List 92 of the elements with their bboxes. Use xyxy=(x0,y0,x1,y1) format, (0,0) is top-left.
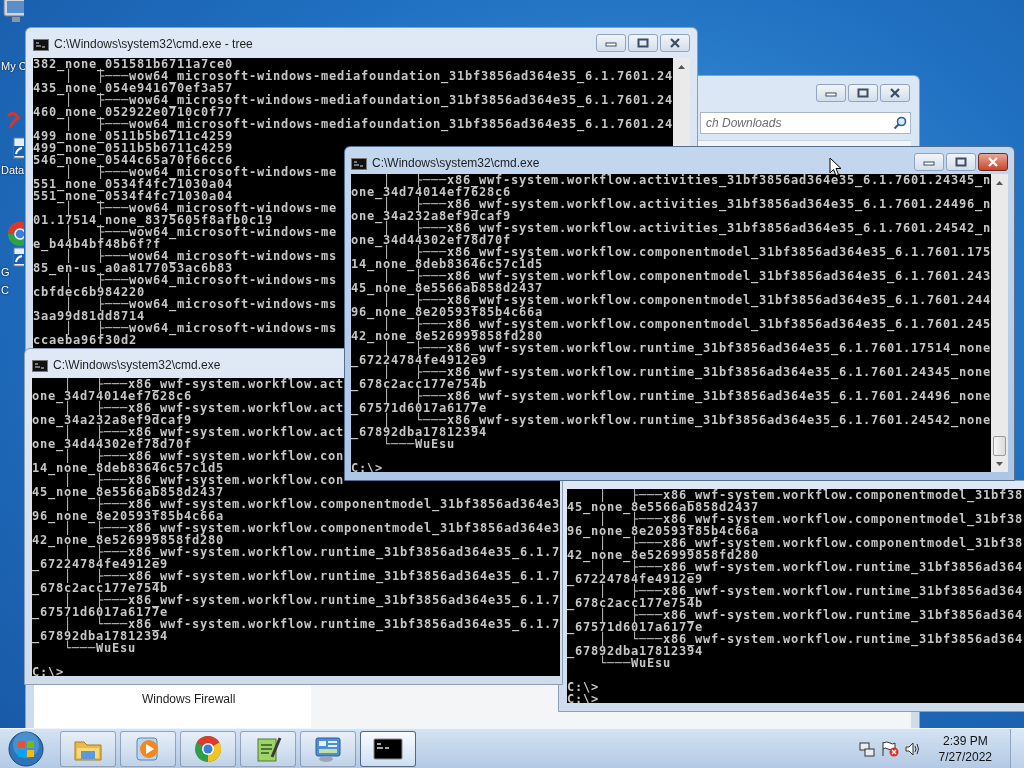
console-line: │ ├───wow64_microsoft-windows-ms xyxy=(65,322,337,334)
console-line: │ ├───wow64_microsoft-windows-mediafoundation_31bf3856ad364e35_6.1.7601.24 xyxy=(65,118,673,130)
console-line: │ ├───x86_wwf-system.workflow.runtime_31bf3856ad364e35_6.1.7601.17514_none xyxy=(383,342,991,354)
console-line: │ ├───x86_wwf-system.workflow.componentmodel_31bf3856ad364e35_6.1.7601.244 xyxy=(383,294,991,306)
desktop-icon-label[interactable]: G xyxy=(1,266,10,279)
window-title: C:\Windows\system32\cmd.exe - tree xyxy=(54,37,253,52)
console-line: _678c2acc177e754b xyxy=(567,597,703,609)
console-line: │ └───x86_wwf-system.workflow.runtime_31bf3856ad364 xyxy=(599,633,1023,645)
console-line: │ ├───wow64_microsoft-windows-ms xyxy=(65,250,337,262)
console-line: _67224784fe4912e9 xyxy=(32,558,168,570)
console-line: 3aa99d81dd8714 xyxy=(33,310,145,322)
console-line: 45_none_8e5566ab858d2437 xyxy=(32,486,224,498)
console-line: │ ├───wow64_microsoft-windows-me xyxy=(65,202,337,214)
console-line: │ ├───x86_wwf-system.workflow.runtime_31bf3856ad364e35_6.1.7601.24345_none xyxy=(383,366,991,378)
console-line: 42_none_8e526999858fd280 xyxy=(351,330,543,342)
console-line: cbfdec6b984220 xyxy=(33,286,145,298)
console-line: 551_none_0534f4fc71030a04 xyxy=(33,178,233,190)
console-line: │ ├───x86_wwf-system.workflow.act xyxy=(64,402,344,414)
console-line: one_34d74014ef7628c6 xyxy=(32,390,192,402)
console-line: 42_none_8e526999858fd280 xyxy=(32,534,224,546)
console-line: │ └───x86_wwf-system.workflow.runtime_31bf3856ad364e35_6.1.7 xyxy=(64,618,560,630)
console-line: │ ├───wow64_microsoft-windows-ms xyxy=(65,298,337,310)
console-line: │ ├───x86_wwf-system.workflow.con xyxy=(64,474,344,486)
console-line: │ ├───x86_wwf-system.workflow.componentmodel_31bf3856ad364e35_6.1.7601.175 xyxy=(383,246,991,258)
console-line: 14_none_8deb83646c57c1d5 xyxy=(32,462,224,474)
console-line: └───WuEsu xyxy=(64,642,136,654)
console-line: one_34a232a8ef9dcaf9 xyxy=(351,210,511,222)
console-line: 01.17514_none_8375605f8afb0c19 xyxy=(33,214,273,226)
console-line: 96_none_8e20593f85b4c66a xyxy=(567,525,759,537)
console-line: 499_none_0511b5b6711c4259 xyxy=(33,130,233,142)
console-line: 435_none_054e941670ef3a57 xyxy=(33,82,233,94)
console-line: │ ├───x86_wwf-system.workflow.componentmodel_31bf3856ad364e3 xyxy=(64,498,560,510)
console-line: _678c2acc177e754b xyxy=(32,582,168,594)
console-line: ccaeba96f30d2 xyxy=(33,334,137,346)
clock-time[interactable]: 2:39 PM xyxy=(942,732,988,749)
console-line: one_34d44302ef78d70f xyxy=(351,234,511,246)
console-line: │ ├───wow64_microsoft-windows-ms xyxy=(65,274,337,286)
console-line: _67892dba17812394 xyxy=(351,426,487,438)
console-line: 499_none_0511b5b6711c4259 xyxy=(33,142,233,154)
console-line: │ ├───x86_wwf-system.workflow.componentmodel_31bf3856ad364e35_6.1.7601.243 xyxy=(383,270,991,282)
console-line: 96_none_8e20593f85b4c66a xyxy=(351,306,543,318)
command-prompt: C:\> xyxy=(567,681,599,693)
console-line: _67892dba17812394 xyxy=(567,645,703,657)
window-title: C:\Windows\system32\cmd.exe xyxy=(53,358,221,373)
console-line: 85_en-us_a0a8177053ac6b83 xyxy=(33,262,233,274)
console-line: 96_none_8e20593f85b4c66a xyxy=(32,510,224,522)
console-line: _67571d6017a6177e xyxy=(32,606,168,618)
console-line: _67224784fe4912e9 xyxy=(567,573,703,585)
console-line: 45_none_8e5566ab858d2437 xyxy=(567,501,759,513)
console-line: 14_none_8deb83646c57c1d5 xyxy=(351,258,543,270)
console-line: one_34d74014ef7628c6 xyxy=(351,186,511,198)
console-line: e_b44b4bf48b6f?f xyxy=(33,238,161,250)
console-line: _67224784fe4912e9 xyxy=(351,354,487,366)
console-line: │ ├───x86_wwf-system.workflow.activities_31bf3856ad364e35_6.1.7601.24542_n xyxy=(383,222,991,234)
console-line: │ ├───x86_wwf-system.workflow.runtime_31bf3856ad364e35_6.1.7 xyxy=(64,594,560,606)
console-line: 460_none_052922e0710c0f77 xyxy=(33,106,233,118)
console-line: │ ├───x86_wwf-system.workflow.runtime_31bf3856ad364 xyxy=(599,609,1023,621)
console-line: │ ├───x86_wwf-system.workflow.runtime_31bf3856ad364e35_6.1.7 xyxy=(64,546,560,558)
console-line: │ ├───x86_wwf-system.workflow.runtime_31bf3856ad364e35_6.1.7 xyxy=(64,570,560,582)
console-line: └───WuEsu xyxy=(383,438,455,450)
console-line: _67571d6017a6177e xyxy=(567,621,703,633)
console-line: │ ├───x86_wwf-system.workflow.componentmodel_31bf38 xyxy=(599,513,1023,525)
console-line: │ ├───x86_wwf-system.workflow.act xyxy=(64,426,344,438)
clock-date[interactable]: 7/27/2022 xyxy=(938,748,992,765)
nav-item[interactable]: Windows Firewall xyxy=(142,692,311,706)
console-line: │ ├───x86_wwf-system.workflow.runtime_31bf3856ad364 xyxy=(599,561,1023,573)
console-line: │ ├───wow64_microsoft-windows-me xyxy=(65,226,337,238)
console-line: 45_none_8e5566ab858d2437 xyxy=(351,282,543,294)
console-line: │ ├───x86_wwf-system.workflow.runtime_31bf3856ad364 xyxy=(599,585,1023,597)
console-line: │ ├───wow64_microsoft-windows-mediafoundation_31bf3856ad364e35_6.1.7601.24 xyxy=(65,70,673,82)
console-line: │ ├───x86_wwf-system.workflow.componentmodel_31bf38 xyxy=(599,537,1023,549)
console-line: 42_none_8e526999858fd280 xyxy=(567,549,759,561)
console-line: └───WuEsu xyxy=(599,657,671,669)
desktop-icon-label[interactable]: Data xyxy=(1,164,25,177)
console-line: one_34a232a8ef9dcaf9 xyxy=(32,414,192,426)
console-line: │ ├───x86_wwf-system.workflow.componentmodel_31bf3856ad364e3 xyxy=(64,522,560,534)
desktop-icon-label[interactable]: C xyxy=(1,284,9,297)
console-line: │ ├───x86_wwf-system.workflow.componentmodel_31bf3856ad364e35_6.1.7601.245 xyxy=(383,318,991,330)
console-line: │ ├───x86_wwf-system.workflow.runtime_31bf3856ad364e35_6.1.7601.24496_none xyxy=(383,390,991,402)
window-title: C:\Windows\system32\cmd.exe xyxy=(372,156,540,171)
console-line: 546_none_0544c65a70f66cc6 xyxy=(33,154,233,166)
console-line: _67892dba17812394 xyxy=(32,630,168,642)
console-line: │ ├───x86_wwf-system.workflow.con xyxy=(64,450,344,462)
console-line: │ ├───wow64_microsoft-windows-mediafoundation_31bf3856ad364e35_6.1.7601.24 xyxy=(65,94,673,106)
console-line: one_34d44302ef78d70f xyxy=(32,438,192,450)
console-line: _67571d6017a6177e xyxy=(351,402,487,414)
console-line: │ ├───x86_wwf-system.workflow.activities_31bf3856ad364e35_6.1.7601.24496_n xyxy=(383,198,991,210)
console-line: │ └───x86_wwf-system.workflow.runtime_31bf3856ad364e35_6.1.7601.24542_none xyxy=(383,414,991,426)
console-line: 382_none_051581b6711a7ce0 xyxy=(33,58,233,70)
console-line: _678c2acc177e754b xyxy=(351,378,487,390)
console-line: 551_none_0534f4fc71030a04 xyxy=(33,190,233,202)
console-line: │ ├───wow64_microsoft-windows-me xyxy=(65,166,337,178)
